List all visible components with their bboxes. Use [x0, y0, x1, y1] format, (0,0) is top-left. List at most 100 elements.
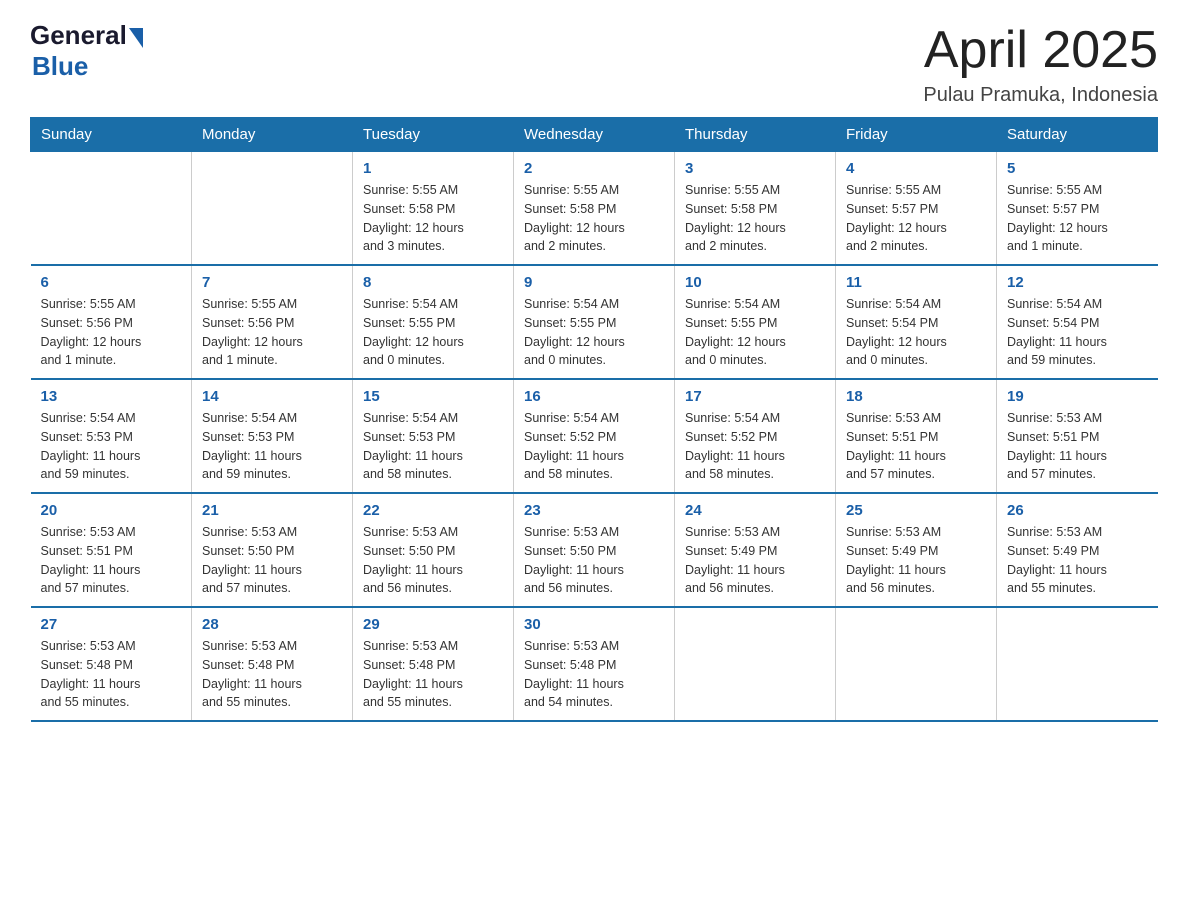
day-info: Sunrise: 5:54 AM Sunset: 5:52 PM Dayligh…: [524, 409, 664, 484]
day-number: 12: [1007, 274, 1148, 291]
day-number: 19: [1007, 388, 1148, 405]
day-number: 2: [524, 160, 664, 177]
day-info: Sunrise: 5:55 AM Sunset: 5:56 PM Dayligh…: [41, 295, 182, 370]
day-number: 14: [202, 388, 342, 405]
day-number: 13: [41, 388, 182, 405]
day-number: 3: [685, 160, 825, 177]
calendar-cell: 26 Sunrise: 5:53 AM Sunset: 5:49 PM Dayli…: [997, 493, 1158, 607]
day-info: Sunrise: 5:54 AM Sunset: 5:53 PM Dayligh…: [202, 409, 342, 484]
day-info: Sunrise: 5:53 AM Sunset: 5:48 PM Dayligh…: [524, 637, 664, 712]
page-header: General Blue April 2025 Pulau Pramuka, I…: [30, 20, 1158, 107]
weekday-header-friday: Friday: [836, 118, 997, 152]
day-number: 20: [41, 502, 182, 519]
calendar-cell: 12 Sunrise: 5:54 AM Sunset: 5:54 PM Dayli…: [997, 265, 1158, 379]
calendar-cell: 5 Sunrise: 5:55 AM Sunset: 5:57 PM Daylig…: [997, 152, 1158, 266]
day-info: Sunrise: 5:53 AM Sunset: 5:51 PM Dayligh…: [41, 523, 182, 598]
day-info: Sunrise: 5:53 AM Sunset: 5:50 PM Dayligh…: [524, 523, 664, 598]
calendar-cell: 27 Sunrise: 5:53 AM Sunset: 5:48 PM Dayli…: [31, 607, 192, 721]
calendar-cell: 1 Sunrise: 5:55 AM Sunset: 5:58 PM Daylig…: [353, 152, 514, 266]
day-number: 1: [363, 160, 503, 177]
day-number: 16: [524, 388, 664, 405]
day-info: Sunrise: 5:54 AM Sunset: 5:55 PM Dayligh…: [524, 295, 664, 370]
day-number: 28: [202, 616, 342, 633]
calendar-cell: 2 Sunrise: 5:55 AM Sunset: 5:58 PM Daylig…: [514, 152, 675, 266]
logo-arrow-icon: [129, 28, 143, 48]
calendar-cell: [31, 152, 192, 266]
day-info: Sunrise: 5:53 AM Sunset: 5:51 PM Dayligh…: [846, 409, 986, 484]
calendar-cell: 20 Sunrise: 5:53 AM Sunset: 5:51 PM Dayli…: [31, 493, 192, 607]
logo-general-text: General: [30, 20, 127, 51]
weekday-header-tuesday: Tuesday: [353, 118, 514, 152]
day-info: Sunrise: 5:53 AM Sunset: 5:50 PM Dayligh…: [363, 523, 503, 598]
day-info: Sunrise: 5:53 AM Sunset: 5:50 PM Dayligh…: [202, 523, 342, 598]
day-number: 8: [363, 274, 503, 291]
calendar-cell: 23 Sunrise: 5:53 AM Sunset: 5:50 PM Dayli…: [514, 493, 675, 607]
calendar-week-row: 1 Sunrise: 5:55 AM Sunset: 5:58 PM Daylig…: [31, 152, 1158, 266]
day-number: 30: [524, 616, 664, 633]
location-title: Pulau Pramuka, Indonesia: [923, 84, 1158, 107]
calendar-cell: 19 Sunrise: 5:53 AM Sunset: 5:51 PM Dayli…: [997, 379, 1158, 493]
logo: General Blue: [30, 20, 143, 82]
day-number: 6: [41, 274, 182, 291]
day-number: 26: [1007, 502, 1148, 519]
day-info: Sunrise: 5:53 AM Sunset: 5:49 PM Dayligh…: [846, 523, 986, 598]
calendar-cell: 29 Sunrise: 5:53 AM Sunset: 5:48 PM Dayli…: [353, 607, 514, 721]
day-info: Sunrise: 5:55 AM Sunset: 5:58 PM Dayligh…: [685, 181, 825, 256]
day-info: Sunrise: 5:53 AM Sunset: 5:48 PM Dayligh…: [202, 637, 342, 712]
day-info: Sunrise: 5:54 AM Sunset: 5:55 PM Dayligh…: [685, 295, 825, 370]
calendar-cell: 16 Sunrise: 5:54 AM Sunset: 5:52 PM Dayli…: [514, 379, 675, 493]
day-number: 7: [202, 274, 342, 291]
calendar-cell: 13Sunrise: 5:54 AM Sunset: 5:53 PM Dayli…: [31, 379, 192, 493]
day-number: 25: [846, 502, 986, 519]
weekday-header-saturday: Saturday: [997, 118, 1158, 152]
calendar-cell: 15 Sunrise: 5:54 AM Sunset: 5:53 PM Dayli…: [353, 379, 514, 493]
calendar-cell: 10 Sunrise: 5:54 AM Sunset: 5:55 PM Dayli…: [675, 265, 836, 379]
weekday-header-wednesday: Wednesday: [514, 118, 675, 152]
weekday-header-row: SundayMondayTuesdayWednesdayThursdayFrid…: [31, 118, 1158, 152]
logo-blue-text: Blue: [32, 51, 88, 82]
calendar-cell: 9Sunrise: 5:54 AM Sunset: 5:55 PM Daylig…: [514, 265, 675, 379]
calendar-cell: 4Sunrise: 5:55 AM Sunset: 5:57 PM Daylig…: [836, 152, 997, 266]
calendar-cell: 21 Sunrise: 5:53 AM Sunset: 5:50 PM Dayli…: [192, 493, 353, 607]
calendar-cell: [836, 607, 997, 721]
day-number: 11: [846, 274, 986, 291]
day-info: Sunrise: 5:54 AM Sunset: 5:54 PM Dayligh…: [846, 295, 986, 370]
day-info: Sunrise: 5:55 AM Sunset: 5:56 PM Dayligh…: [202, 295, 342, 370]
weekday-header-monday: Monday: [192, 118, 353, 152]
day-info: Sunrise: 5:53 AM Sunset: 5:48 PM Dayligh…: [363, 637, 503, 712]
day-info: Sunrise: 5:53 AM Sunset: 5:51 PM Dayligh…: [1007, 409, 1148, 484]
calendar-cell: 24 Sunrise: 5:53 AM Sunset: 5:49 PM Dayli…: [675, 493, 836, 607]
day-info: Sunrise: 5:53 AM Sunset: 5:49 PM Dayligh…: [685, 523, 825, 598]
calendar-cell: [997, 607, 1158, 721]
day-number: 24: [685, 502, 825, 519]
day-number: 29: [363, 616, 503, 633]
month-title: April 2025: [923, 20, 1158, 80]
day-number: 10: [685, 274, 825, 291]
calendar-cell: 30 Sunrise: 5:53 AM Sunset: 5:48 PM Dayli…: [514, 607, 675, 721]
day-number: 18: [846, 388, 986, 405]
day-number: 15: [363, 388, 503, 405]
calendar-cell: [675, 607, 836, 721]
calendar-week-row: 13 Sunrise: 5:54 AM Sunset: 5:53 PM Dayli…: [31, 379, 1158, 493]
calendar-cell: 14 Sunrise: 5:54 AM Sunset: 5:53 PM Dayli…: [192, 379, 353, 493]
day-number: 27: [41, 616, 182, 633]
calendar-cell: 18 Sunrise: 5:53 AM Sunset: 5:51 PM Dayli…: [836, 379, 997, 493]
day-info: Sunrise: 5:55 AM Sunset: 5:57 PM Dayligh…: [1007, 181, 1148, 256]
calendar-cell: 11 Sunrise: 5:54 AM Sunset: 5:54 PM Dayli…: [836, 265, 997, 379]
day-info: Sunrise: 5:53 AM Sunset: 5:49 PM Dayligh…: [1007, 523, 1148, 598]
weekday-header-sunday: Sunday: [31, 118, 192, 152]
day-info: Sunrise: 5:54 AM Sunset: 5:53 PM Dayligh…: [363, 409, 503, 484]
day-info: Sunrise: 5:55 AM Sunset: 5:58 PM Dayligh…: [524, 181, 664, 256]
day-info: Sunrise: 5:53 AM Sunset: 5:48 PM Dayligh…: [41, 637, 182, 712]
day-info: Sunrise: 5:55 AM Sunset: 5:58 PM Dayligh…: [363, 181, 503, 256]
calendar-cell: 6 Sunrise: 5:55 AM Sunset: 5:56 PM Daylig…: [31, 265, 192, 379]
calendar-week-row: 20 Sunrise: 5:53 AM Sunset: 5:51 PM Dayli…: [31, 493, 1158, 607]
calendar-cell: 7 Sunrise: 5:55 AM Sunset: 5:56 PM Daylig…: [192, 265, 353, 379]
day-number: 5: [1007, 160, 1148, 177]
day-number: 21: [202, 502, 342, 519]
day-number: 23: [524, 502, 664, 519]
calendar-cell: [192, 152, 353, 266]
day-info: Sunrise: 5:54 AM Sunset: 5:54 PM Dayligh…: [1007, 295, 1148, 370]
day-info: Sunrise: 5:54 AM Sunset: 5:55 PM Dayligh…: [363, 295, 503, 370]
calendar-week-row: 27 Sunrise: 5:53 AM Sunset: 5:48 PM Dayli…: [31, 607, 1158, 721]
